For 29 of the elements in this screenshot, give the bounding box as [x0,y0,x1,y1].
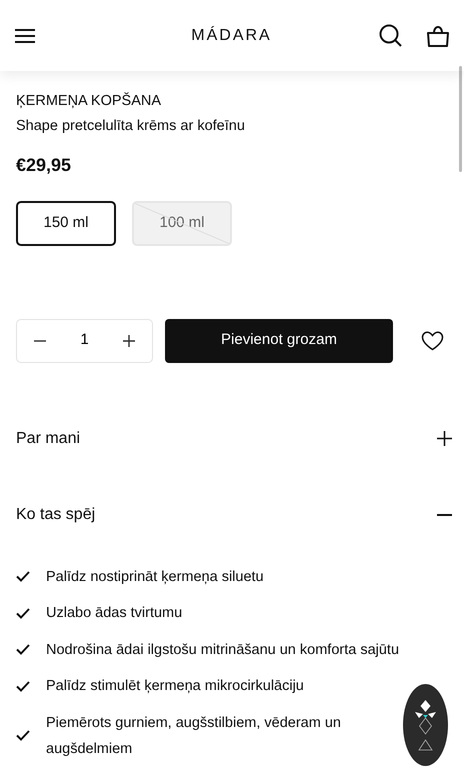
feature-text: Uzlabo ādas tvirtumu [46,604,182,623]
scrollbar[interactable] [459,66,462,172]
minus-icon[interactable] [33,340,47,342]
search-icon[interactable] [378,24,402,47]
product-title: Shape pretcelulīta krēms ar kofeīnu [16,116,246,136]
section-title: Par mani [16,428,80,448]
plus-icon[interactable] [122,334,136,348]
accordion-header[interactable]: Ko tas spēj [16,494,452,534]
logo[interactable]: MÁDARA [191,24,272,48]
check-icon [16,608,30,618]
menu-icon[interactable] [14,28,36,44]
heart-icon[interactable] [421,330,444,350]
feature-text: Palīdz stimulēt ķermeņa mikrocirkulāciju [46,677,304,696]
feature-text: Nodrošina ādai ilgstošu mitrināšanu un komforta sajūtu [46,640,400,660]
price: €29,95 [16,154,72,176]
chat-launcher-button[interactable] [403,684,448,766]
check-icon [16,680,30,692]
bag-icon[interactable] [426,24,450,46]
check-icon [16,730,30,741]
size-option[interactable]: 150 ml [16,200,116,246]
category-label: ĶERMEŅA KOPŠANA [16,91,162,111]
section-title: Ko tas spēj [16,504,96,524]
feature-text: Piemērots gurniem, augšstilbiem, vēderam un augšdelmiem [46,714,342,758]
check-icon [16,644,30,655]
feature-text: Palīdz nostiprināt ķermeņa siluetu [46,568,264,586]
check-icon [16,571,30,582]
accordion-header[interactable]: Par mani [16,418,452,458]
quantity-input[interactable]: 1 [70,329,100,352]
add-to-cart-button[interactable]: Pievienot grozam [165,318,393,362]
